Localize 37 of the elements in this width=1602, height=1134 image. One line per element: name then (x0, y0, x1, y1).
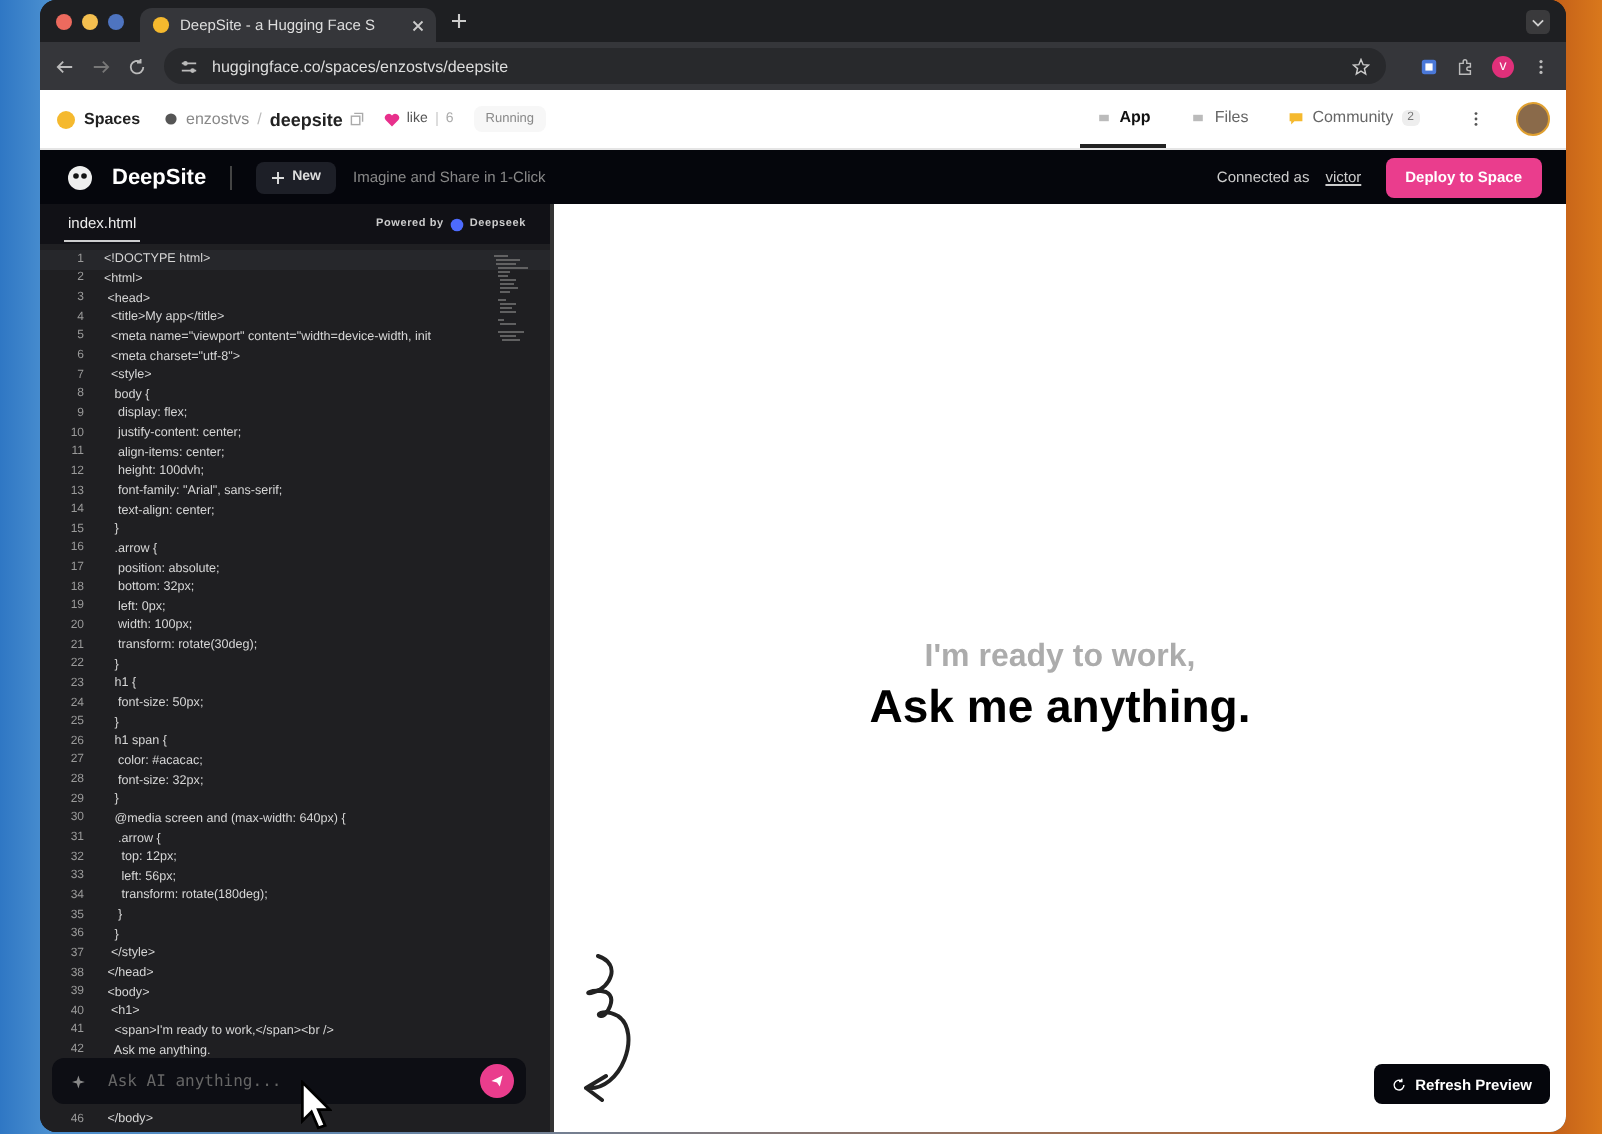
address-bar[interactable]: huggingface.co/spaces/enzostvs/deepsite (164, 48, 1386, 84)
speech-bubble-icon (1288, 109, 1305, 125)
minimize-window-icon[interactable] (82, 13, 98, 29)
back-arrow-icon[interactable] (56, 57, 74, 75)
repo-link[interactable]: deepsite (269, 109, 343, 129)
star-icon[interactable] (1352, 57, 1370, 75)
more-menu-icon[interactable] (1472, 110, 1480, 128)
nav-tab[interactable]: Files (1174, 90, 1265, 148)
prompt-input[interactable]: Ask AI anything... (104, 1070, 464, 1092)
owner-link[interactable]: enzostvs (186, 110, 250, 128)
logo-icon (64, 163, 96, 191)
maximize-window-icon[interactable] (108, 13, 124, 29)
close-icon[interactable] (412, 19, 424, 31)
user-avatar-icon (164, 112, 179, 126)
preview-heading: Ask me anything. (869, 679, 1251, 733)
forward-arrow-icon[interactable] (92, 57, 110, 75)
spaces-link[interactable]: Spaces (84, 110, 141, 128)
site-settings-icon[interactable] (180, 57, 198, 75)
reload-icon[interactable] (128, 57, 146, 75)
close-window-icon[interactable] (56, 13, 72, 29)
user-avatar[interactable] (1516, 102, 1550, 136)
new-tab-icon[interactable] (452, 14, 466, 28)
chevron-down-icon[interactable] (1526, 9, 1550, 33)
plus-icon (272, 171, 285, 183)
heart-icon (384, 111, 401, 127)
mouse-cursor-icon (300, 1080, 332, 1130)
puzzle-icon[interactable] (1456, 57, 1474, 75)
preview-subtitle: I'm ready to work, (922, 639, 1198, 675)
path-separator: / (257, 110, 262, 128)
send-icon (490, 1074, 504, 1088)
app-logo-text: DeepSite (112, 165, 207, 189)
refresh-icon (1391, 1077, 1406, 1091)
prompt-field[interactable]: Ask AI anything... (52, 1058, 526, 1104)
extension-badge-icon[interactable] (1420, 57, 1438, 75)
url-text: huggingface.co/spaces/enzostvs/deepsite (212, 57, 509, 75)
sparkle-icon (72, 1073, 88, 1089)
send-button[interactable] (480, 1064, 514, 1098)
